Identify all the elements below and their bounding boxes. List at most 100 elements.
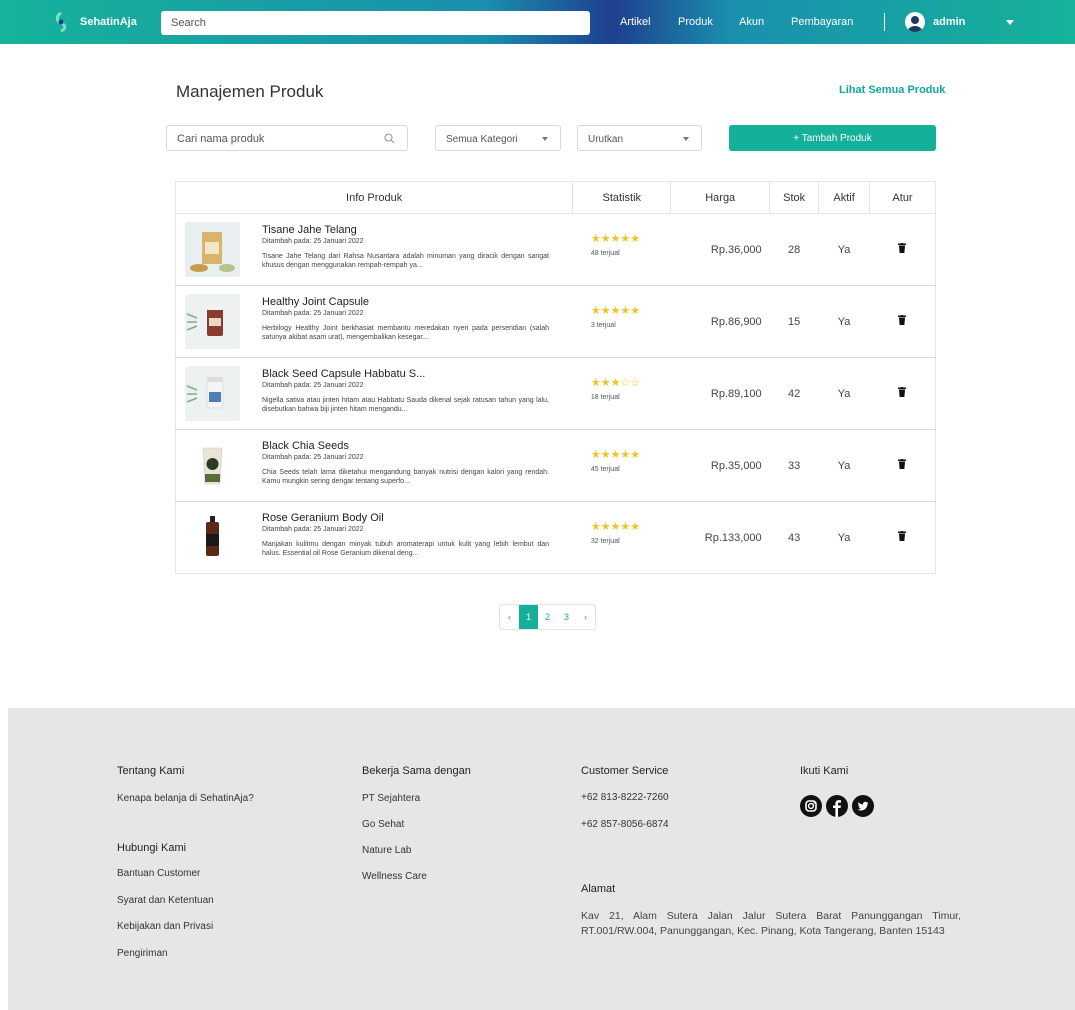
product-search-input[interactable]: Cari nama produk (166, 125, 408, 151)
footer-cs-title: Customer Service (581, 765, 669, 777)
trash-icon[interactable] (898, 315, 907, 325)
product-stats-cell: ★★★★★ 3 terjual (572, 285, 671, 358)
footer-phone[interactable]: +62 813-8222-7260 (581, 792, 669, 803)
prev-page-button[interactable]: ‹ (500, 605, 519, 629)
user-name[interactable]: admin (933, 16, 965, 28)
instagram-icon[interactable] (800, 795, 822, 817)
page-button-1[interactable]: 1 (519, 605, 538, 629)
product-price: Rp.133,000 (670, 501, 770, 574)
footer-partner-item[interactable]: Go Sehat (362, 819, 404, 830)
sort-select-value: Urutkan (588, 134, 624, 145)
nav-link-artikel[interactable]: Artikel (620, 16, 651, 28)
trash-icon[interactable] (898, 531, 907, 541)
footer-partner-item[interactable]: Nature Lab (362, 845, 411, 856)
product-description: Nigella sativa atau jinten hitam atau Ha… (262, 397, 549, 413)
sold-count: 32 terjual (590, 538, 620, 545)
product-added-date: Ditambah pada: 25 Januari 2022 (262, 526, 364, 533)
add-product-label: + Tambah Produk (793, 132, 872, 144)
chevron-down-icon[interactable] (1006, 20, 1014, 25)
table-row[interactable]: Black Seed Capsule Habbatu S... Ditambah… (175, 357, 936, 430)
product-active: Ya (818, 429, 870, 502)
page-title: Manajemen Produk (176, 82, 324, 101)
product-stock: 15 (769, 285, 819, 358)
product-stock: 43 (769, 501, 819, 574)
header-stok: Stok (769, 181, 820, 214)
header-aktif: Aktif (818, 181, 871, 214)
avatar[interactable] (905, 12, 925, 32)
sold-count: 18 terjual (590, 394, 620, 401)
product-image[interactable] (185, 294, 240, 349)
search-icon[interactable] (384, 133, 395, 144)
footer-link-terms[interactable]: Syarat dan Ketentuan (117, 895, 214, 906)
brand-name[interactable]: SehatinAja (80, 16, 137, 28)
product-image[interactable] (185, 222, 240, 277)
footer-link-help[interactable]: Bantuan Customer (117, 868, 200, 879)
product-price: Rp.36,000 (670, 213, 770, 286)
product-stats-cell: ★★★★★ 48 terjual (572, 213, 671, 286)
logo-icon[interactable] (54, 12, 68, 32)
footer-link-privacy[interactable]: Kebijakan dan Privasi (117, 921, 213, 932)
page-button-3[interactable]: 3 (557, 605, 576, 629)
delete-cell (869, 213, 936, 286)
trash-icon[interactable] (898, 243, 907, 253)
sort-select[interactable]: Urutkan (577, 125, 702, 151)
product-name[interactable]: Tisane Jahe Telang (262, 224, 357, 236)
footer-address: Kav 21, Alam Sutera Jalan Jalur Sutera B… (581, 910, 961, 937)
footer-follow-title: Ikuti Kami (800, 765, 849, 777)
product-price: Rp.89,100 (670, 357, 770, 430)
see-all-products-link[interactable]: Lihat Semua Produk (839, 84, 945, 96)
footer-phone[interactable]: +62 857-8056-6874 (581, 819, 669, 830)
table-row[interactable]: Healthy Joint Capsule Ditambah pada: 25 … (175, 285, 936, 358)
product-added-date: Ditambah pada: 25 Januari 2022 (262, 310, 364, 317)
nav-link-akun[interactable]: Akun (739, 16, 764, 28)
product-name[interactable]: Black Seed Capsule Habbatu S... (262, 368, 425, 380)
footer-link-why[interactable]: Kenapa belanja di SehatinAja? (117, 793, 254, 804)
nav-link-pembayaran[interactable]: Pembayaran (791, 16, 853, 28)
footer-link-shipping[interactable]: Pengiriman (117, 948, 168, 959)
footer-about-title: Tentang Kami (117, 765, 185, 777)
next-page-button[interactable]: › (576, 605, 595, 629)
header-info: Info Produk (174, 181, 574, 214)
product-info-cell: Black Chia Seeds Ditambah pada: 25 Janua… (175, 429, 573, 502)
product-name[interactable]: Rose Geranium Body Oil (262, 512, 384, 524)
product-active: Ya (818, 357, 870, 430)
product-description: Manjakan kulitmu dengan minyak tubuh aro… (262, 541, 549, 557)
table-row[interactable]: Rose Geranium Body Oil Ditambah pada: 25… (175, 501, 936, 574)
table-row[interactable]: Tisane Jahe Telang Ditambah pada: 25 Jan… (175, 213, 936, 286)
product-price: Rp.35,000 (670, 429, 770, 502)
footer-partner-item[interactable]: Wellness Care (362, 871, 427, 882)
product-image[interactable] (185, 366, 240, 421)
product-active: Ya (818, 285, 870, 358)
product-description: Herbilogy Healthy Joint berkhasiat memba… (262, 325, 549, 341)
sold-count: 48 terjual (590, 250, 620, 257)
product-search-placeholder: Cari nama produk (177, 133, 265, 145)
product-description: Chia Seeds telah lama diketahui mengandu… (262, 469, 549, 485)
footer-contact-title: Hubungi Kami (117, 842, 187, 854)
rating-stars: ★★★★★ (590, 521, 641, 533)
global-search-input[interactable] (161, 11, 590, 35)
footer-partner-item[interactable]: PT Sejahtera (362, 793, 420, 804)
trash-icon[interactable] (898, 387, 907, 397)
delete-cell (869, 429, 936, 502)
page-button-2[interactable]: 2 (538, 605, 557, 629)
product-active: Ya (818, 501, 870, 574)
rating-stars: ★★★★★ (590, 449, 641, 461)
twitter-icon[interactable] (852, 795, 874, 817)
delete-cell (869, 285, 936, 358)
facebook-icon[interactable] (826, 795, 848, 817)
rating-stars: ★★★☆☆ (590, 377, 641, 389)
add-product-button[interactable]: + Tambah Produk (729, 125, 936, 151)
product-image[interactable] (185, 438, 240, 493)
category-select[interactable]: Semua Kategori (435, 125, 561, 151)
table-row[interactable]: Black Chia Seeds Ditambah pada: 25 Janua… (175, 429, 936, 502)
product-name[interactable]: Black Chia Seeds (262, 440, 349, 452)
rating-stars: ★★★★★ (590, 305, 641, 317)
product-stats-cell: ★★★☆☆ 18 terjual (572, 357, 671, 430)
product-info-cell: Tisane Jahe Telang Ditambah pada: 25 Jan… (175, 213, 573, 286)
product-image[interactable] (185, 510, 240, 565)
nav-link-produk[interactable]: Produk (678, 16, 713, 28)
product-stats-cell: ★★★★★ 32 terjual (572, 501, 671, 574)
trash-icon[interactable] (898, 459, 907, 469)
product-table: Info Produk Statistik Harga Stok Aktif A… (174, 181, 936, 574)
product-name[interactable]: Healthy Joint Capsule (262, 296, 369, 308)
